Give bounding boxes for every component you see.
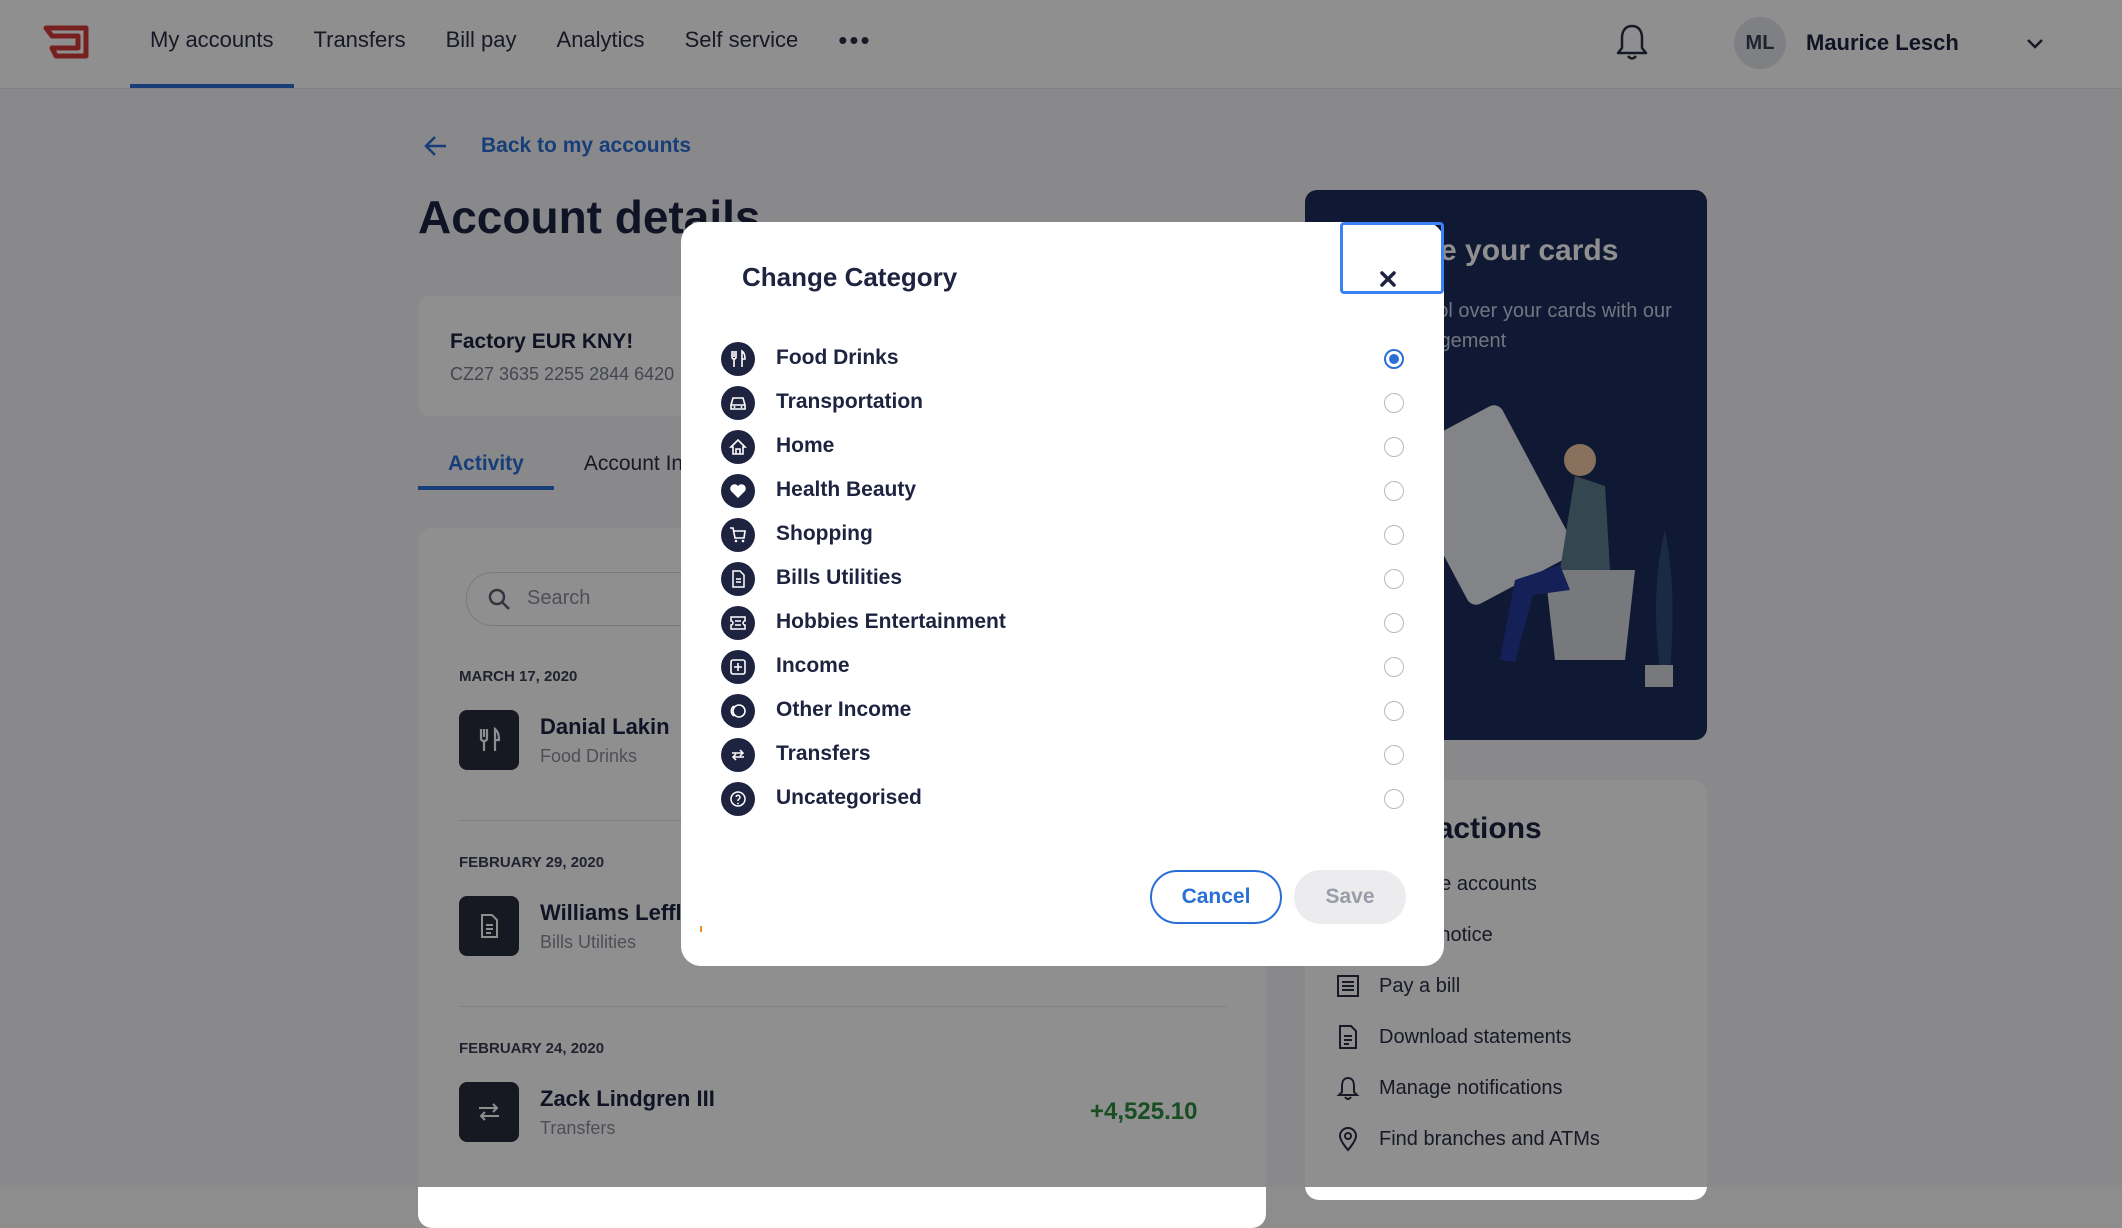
category-option-uncategorised[interactable]: Uncategorised <box>721 780 1404 820</box>
category-option-transportation[interactable]: Transportation <box>721 384 1404 424</box>
home-icon <box>721 430 755 464</box>
category-radio[interactable] <box>1384 569 1404 589</box>
category-radio[interactable] <box>1384 393 1404 413</box>
food-drinks-icon <box>721 342 755 376</box>
category-option-food-drinks[interactable]: Food Drinks <box>721 340 1404 380</box>
category-radio[interactable] <box>1384 525 1404 545</box>
document-icon <box>721 562 755 596</box>
dialog-title: Change Category <box>742 262 958 292</box>
category-radio[interactable] <box>1384 789 1404 809</box>
category-radio[interactable] <box>1384 437 1404 457</box>
category-option-other-income[interactable]: Other Income <box>721 692 1404 732</box>
category-option-bills-utilities[interactable]: Bills Utilities <box>721 560 1404 600</box>
change-category-dialog: Change Category Food Drinks Transportati… <box>681 222 1444 966</box>
cart-icon <box>721 518 755 552</box>
category-label: Home <box>776 434 835 457</box>
category-option-health-beauty[interactable]: Health Beauty <box>721 472 1404 512</box>
category-radio[interactable] <box>1384 745 1404 765</box>
category-label: Shopping <box>776 522 873 545</box>
category-label: Food Drinks <box>776 346 899 369</box>
category-option-home[interactable]: Home <box>721 428 1404 468</box>
category-option-hobbies-entertainment[interactable]: Hobbies Entertainment <box>721 604 1404 644</box>
category-radio-selected[interactable] <box>1384 349 1404 369</box>
category-option-transfers[interactable]: Transfers <box>721 736 1404 776</box>
category-label: Transfers <box>776 742 871 765</box>
heart-icon <box>721 474 755 508</box>
close-button[interactable] <box>1373 264 1403 294</box>
cancel-button[interactable]: Cancel <box>1150 870 1282 924</box>
car-icon <box>721 386 755 420</box>
category-label: Other Income <box>776 698 912 721</box>
category-radio[interactable] <box>1384 613 1404 633</box>
transfer-arrows-icon <box>721 738 755 772</box>
ticket-icon <box>721 606 755 640</box>
category-label: Transportation <box>776 390 924 413</box>
cursor-mark <box>700 926 702 932</box>
category-label: Uncategorised <box>776 786 922 809</box>
coins-icon <box>721 694 755 728</box>
save-button[interactable]: Save <box>1294 870 1406 924</box>
category-label: Health Beauty <box>776 478 917 501</box>
category-radio[interactable] <box>1384 701 1404 721</box>
category-label: Hobbies Entertainment <box>776 610 1006 633</box>
category-label: Income <box>776 654 850 677</box>
category-option-shopping[interactable]: Shopping <box>721 516 1404 556</box>
category-label: Bills Utilities <box>776 566 903 589</box>
category-option-income[interactable]: Income <box>721 648 1404 688</box>
close-icon <box>1380 271 1396 287</box>
question-icon <box>721 782 755 816</box>
category-radio[interactable] <box>1384 657 1404 677</box>
category-radio[interactable] <box>1384 481 1404 501</box>
plus-box-icon <box>721 650 755 684</box>
